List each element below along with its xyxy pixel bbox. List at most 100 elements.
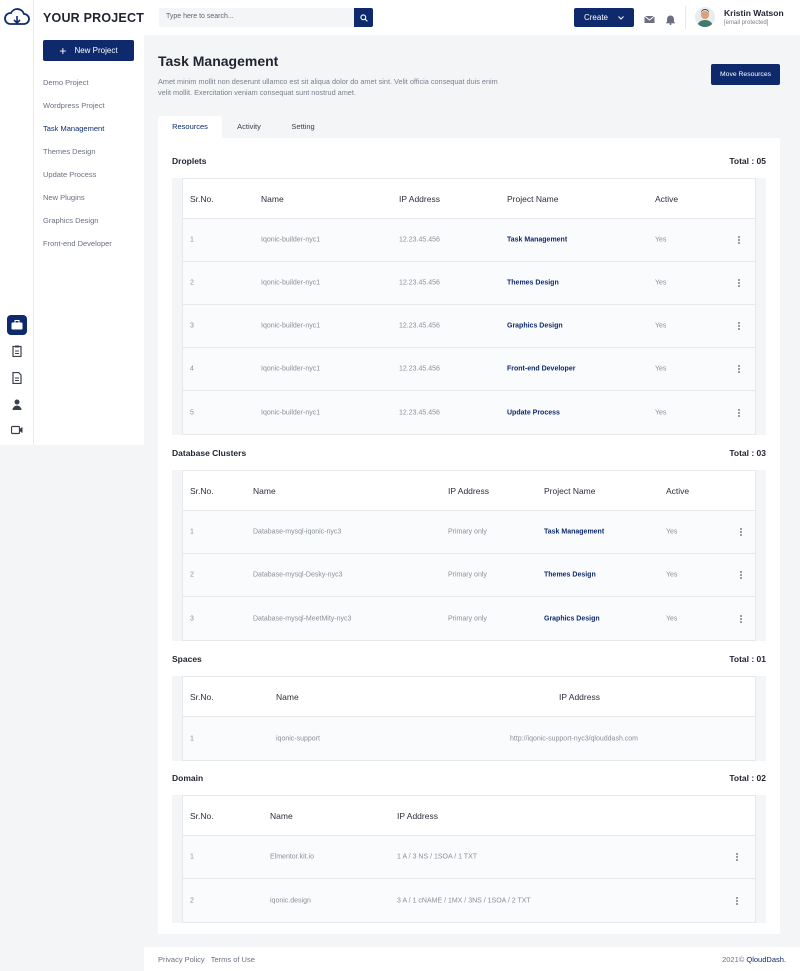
privacy-policy-link[interactable]: Privacy Policy — [158, 955, 205, 964]
droplets-table-wrap: Sr.No. Name IP Address Project Name Active 1 I… — [172, 178, 766, 435]
more-options-icon[interactable] — [738, 408, 741, 417]
page-title: Task Management — [158, 53, 279, 69]
table-row[interactable]: 3 Iqonic-builder-nyc1 12.23.45.456 Graphics… — [183, 305, 755, 348]
more-options-icon[interactable] — [736, 853, 739, 861]
sidebar-item-wordpress-project[interactable]: Wordpress Project — [43, 101, 112, 124]
move-resources-button[interactable]: Move Resources — [711, 64, 780, 85]
column-header: Name — [270, 810, 293, 821]
cell-name: Iqonic-builder-nyc1 — [261, 279, 321, 287]
table-row[interactable]: 2 Iqonic-builder-nyc1 12.23.45.456 Themes D… — [183, 262, 755, 305]
cell-active: Yes — [655, 322, 667, 330]
more-options-icon[interactable] — [738, 236, 741, 244]
avatar[interactable] — [695, 7, 715, 27]
more-options-icon[interactable] — [740, 528, 743, 536]
more-options-icon[interactable] — [736, 896, 739, 905]
cell-active: Yes — [655, 365, 667, 373]
video-icon[interactable] — [7, 420, 27, 440]
column-header: Name — [276, 691, 299, 702]
sidebar-item-update-process[interactable]: Update Process — [43, 170, 112, 193]
more-options-icon[interactable] — [740, 614, 743, 623]
sidebar-item-new-plugins[interactable]: New Plugins — [43, 193, 112, 216]
table-row[interactable]: 5 Iqonic-builder-nyc1 12.23.45.456 Update P… — [183, 391, 755, 434]
sidebar-item-task-management[interactable]: Task Management — [43, 124, 112, 147]
cell-project[interactable]: Themes Design — [507, 280, 559, 287]
more-options-icon[interactable] — [738, 279, 741, 287]
cell-active: Yes — [655, 279, 667, 287]
sidebar-item-graphics-design[interactable]: Graphics Design — [43, 216, 112, 239]
tab-activity[interactable]: Activity — [222, 116, 276, 138]
domain-title: Domain — [172, 773, 204, 783]
cell-project[interactable]: Themes Design — [544, 572, 596, 579]
plus-icon: + — [59, 43, 67, 58]
new-project-label: New Project — [74, 46, 118, 55]
more-options-icon[interactable] — [738, 322, 741, 330]
table-row[interactable]: 2 iqonic.design 3 A / 1 cNAME / 1MX / 3NS … — [183, 879, 755, 922]
cell-project[interactable]: Graphics Design — [544, 615, 600, 622]
cell-active: Yes — [655, 409, 667, 416]
tab-resources[interactable]: Resources — [158, 116, 222, 138]
cell-project[interactable]: Graphics Design — [507, 323, 563, 330]
table-header: Sr.No. Name IP Address — [183, 677, 755, 717]
search-box[interactable]: Type here to search... — [159, 8, 373, 27]
column-header: IP Address — [448, 485, 489, 496]
column-header: IP Address — [399, 193, 440, 204]
clipboard-icon[interactable] — [7, 341, 27, 361]
document-icon[interactable] — [7, 368, 27, 388]
table-row[interactable]: 1 Elmentor.kit.io 1 A / 3 NS / 1SOA / 1 TX… — [183, 836, 755, 879]
cell-ip: 12.23.45.456 — [399, 236, 440, 244]
cell-name: Database-mysql-iqonic-nyc3 — [253, 528, 342, 536]
table-row[interactable]: 4 Iqonic-builder-nyc1 12.23.45.456 Front-en… — [183, 348, 755, 391]
table-row[interactable]: 1 Database-mysql-iqonic-nyc3 Primary only T… — [183, 511, 755, 554]
cell-project[interactable]: Update Process — [507, 409, 560, 416]
cell-project[interactable]: Front-end Developer — [507, 366, 575, 373]
cell-ip: 12.23.45.456 — [399, 365, 440, 373]
table-row[interactable]: 2 Database-mysql-Desky-nyc3 Primary only Th… — [183, 554, 755, 597]
cell-sr: 1 — [190, 853, 194, 861]
table-header: Sr.No. Name IP Address Project Name Active — [183, 471, 755, 511]
cloud-logo-icon[interactable] — [3, 8, 31, 28]
cell-project[interactable]: Task Management — [544, 529, 604, 536]
brand-link[interactable]: QloudDash. — [746, 955, 786, 964]
cell-ip: 12.23.45.456 — [399, 322, 440, 330]
tab-setting[interactable]: Setting — [276, 116, 330, 138]
cell-active: Yes — [666, 615, 678, 622]
database-clusters-title: Database Clusters — [172, 448, 247, 458]
user-icon[interactable] — [7, 394, 27, 414]
new-project-button[interactable]: + New Project — [43, 40, 134, 61]
cell-name: Iqonic-builder-nyc1 — [261, 322, 321, 330]
table-row[interactable]: 1 Iqonic-builder-nyc1 12.23.45.456 Task Man… — [183, 219, 755, 262]
cell-name: iqonic.design — [270, 897, 311, 904]
domain-table: Sr.No. Name IP Address 1 Elmentor.kit.io 1 A … — [182, 795, 756, 923]
page-description: Amet minim mollit non deserunt ullamco e… — [158, 77, 498, 97]
sidebar-item-demo-project[interactable]: Demo Project — [43, 78, 112, 101]
table-header: Sr.No. Name IP Address Project Name Active — [183, 179, 755, 219]
bell-icon[interactable] — [665, 12, 676, 25]
search-icon[interactable] — [354, 8, 373, 27]
cell-sr: 5 — [190, 409, 194, 416]
cell-project[interactable]: Task Management — [507, 237, 567, 244]
column-header: Project Name — [507, 193, 559, 204]
sidebar-item-themes-design[interactable]: Themes Design — [43, 147, 112, 170]
droplets-title: Droplets — [172, 156, 207, 166]
mail-icon[interactable] — [644, 12, 655, 23]
column-header: Active — [655, 193, 679, 204]
create-button[interactable]: Create — [574, 8, 634, 27]
more-options-icon[interactable] — [740, 571, 743, 579]
cell-ip: http://iqonic-support-nyc3/qlouddash.com — [510, 735, 639, 742]
column-header: Sr.No. — [190, 810, 214, 821]
more-options-icon[interactable] — [738, 365, 741, 373]
table-header: Sr.No. Name IP Address — [183, 796, 755, 836]
cell-ip: 12.23.45.456 — [399, 279, 440, 287]
cell-active: Yes — [655, 236, 667, 244]
briefcase-icon[interactable] — [7, 315, 27, 335]
table-row[interactable]: 3 Database-mysql-MeetMity-nyc3 Primary onl… — [183, 597, 755, 640]
spaces-total: Total : 01 — [729, 654, 766, 664]
column-header: Name — [261, 193, 284, 204]
table-row[interactable]: 1 iqonic-support http://iqonic-support-nyc… — [183, 717, 755, 760]
user-name[interactable]: Kristin Watson — [724, 8, 784, 18]
terms-of-use-link[interactable]: Terms of Use — [211, 955, 255, 964]
search-input[interactable]: Type here to search... — [166, 13, 234, 20]
cell-ip: Primary only — [448, 528, 487, 536]
cell-active: Yes — [666, 528, 678, 536]
sidebar-item-front-end-developer[interactable]: Front-end Developer — [43, 239, 112, 262]
